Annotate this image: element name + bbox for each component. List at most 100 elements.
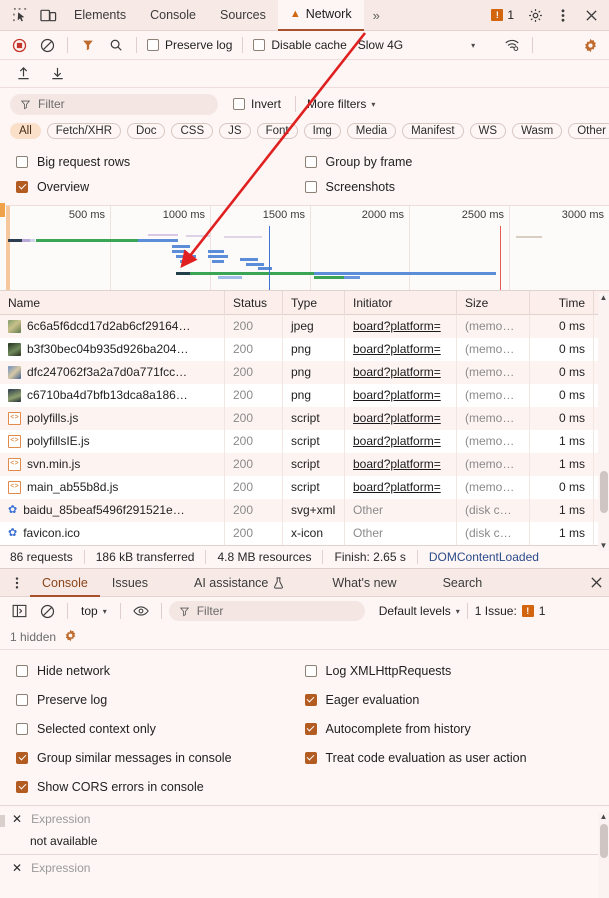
network-filter-input[interactable]: Filter <box>10 94 218 115</box>
cell-name[interactable]: <>polyfillsIE.js <box>0 430 225 453</box>
more-vertical-icon[interactable] <box>4 570 30 596</box>
screenshots-checkbox[interactable]: Screenshots <box>305 180 594 194</box>
type-chip-font[interactable]: Font <box>257 123 298 139</box>
type-chip-wasm[interactable]: Wasm <box>512 123 562 139</box>
issues-badge[interactable]: ! 1 <box>485 8 520 22</box>
clear-prohibited-icon[interactable] <box>34 32 60 58</box>
scroll-up-arrow-icon[interactable]: ▲ <box>598 293 609 302</box>
log-levels-dropdown[interactable]: Default levels ▾ <box>379 604 460 618</box>
group-by-frame-checkbox[interactable]: Group by frame <box>305 155 594 169</box>
table-row[interactable]: <>polyfillsIE.js200scriptboard?platform=… <box>0 430 609 453</box>
upload-har-icon[interactable] <box>10 61 36 87</box>
more-tabs-button[interactable]: » <box>364 8 389 23</box>
cell-name[interactable]: <>main_ab55b8d.js <box>0 476 225 499</box>
cell-name[interactable]: <>polyfills.js <box>0 407 225 430</box>
cell-initiator[interactable]: board?platform= <box>345 476 457 499</box>
drawer-tab-whats-new[interactable]: What's new <box>320 569 408 597</box>
table-row[interactable]: <>polyfills.js200scriptboard?platform=(m… <box>0 407 609 430</box>
drawer-tab-ai-assistance[interactable]: AI assistance <box>182 569 296 597</box>
big-request-rows-checkbox[interactable]: Big request rows <box>16 155 305 169</box>
cell-initiator[interactable]: board?platform= <box>345 338 457 361</box>
column-header-status[interactable]: Status <box>225 291 283 315</box>
table-row[interactable]: dfc247062f3a2a7d0a771fcc…200pngboard?pla… <box>0 361 609 384</box>
wifi-settings-icon[interactable] <box>499 32 525 58</box>
network-table-scrollbar[interactable]: ▲ ▼ <box>598 293 609 551</box>
initiator-link[interactable]: board?platform= <box>353 319 441 333</box>
download-har-icon[interactable] <box>44 61 70 87</box>
initiator-link[interactable]: board?platform= <box>353 388 441 402</box>
setting-selected-context-only[interactable]: Selected context only <box>16 722 305 736</box>
setting-show-cors-errors-in-console[interactable]: Show CORS errors in console <box>16 780 305 794</box>
setting-autocomplete-from-history[interactable]: Autocomplete from history <box>305 722 594 736</box>
funnel-icon[interactable] <box>75 32 101 58</box>
column-header-size[interactable]: Size <box>457 291 530 315</box>
more-filters-dropdown[interactable]: More filters ▾ <box>307 97 375 111</box>
type-chip-media[interactable]: Media <box>347 123 396 139</box>
initiator-link[interactable]: board?platform= <box>353 365 441 379</box>
console-issues-link[interactable]: 1 Issue: ! 1 <box>475 604 546 618</box>
cell-name[interactable]: dfc247062f3a2a7d0a771fcc… <box>0 361 225 384</box>
type-chip-ws[interactable]: WS <box>470 123 507 139</box>
table-row[interactable]: ✿baidu_85beaf5496f291521e…200svg+xmlOthe… <box>0 499 609 522</box>
type-chip-doc[interactable]: Doc <box>127 123 165 139</box>
console-scrollbar[interactable]: ▲ <box>598 812 609 898</box>
table-row[interactable]: 6c6a5f6dcd17d2ab6cf29164…200jpegboard?pl… <box>0 315 609 338</box>
table-row[interactable]: <>svn.min.js200scriptboard?platform=(mem… <box>0 453 609 476</box>
execution-context-select[interactable]: top ▾ <box>75 604 113 618</box>
throttling-caret-icon[interactable]: ▾ <box>471 41 475 50</box>
table-row[interactable]: c6710ba4d7bfb13dca8a186…200pngboard?plat… <box>0 384 609 407</box>
close-icon[interactable] <box>578 2 604 28</box>
close-icon[interactable] <box>583 570 609 596</box>
table-row[interactable]: ✿favicon.ico200x-iconOther(disk c…1 ms <box>0 522 609 545</box>
cell-initiator[interactable]: board?platform= <box>345 384 457 407</box>
type-chip-manifest[interactable]: Manifest <box>402 123 463 139</box>
type-chip-img[interactable]: Img <box>304 123 341 139</box>
cell-initiator[interactable]: board?platform= <box>345 315 457 338</box>
cell-name[interactable]: ✿favicon.ico <box>0 522 225 545</box>
close-icon[interactable]: ✕ <box>12 812 22 826</box>
cell-initiator[interactable]: Other <box>345 522 457 545</box>
cell-initiator[interactable]: board?platform= <box>345 430 457 453</box>
table-row[interactable]: b3f30bec04b935d926ba204…200pngboard?plat… <box>0 338 609 361</box>
tab-console[interactable]: Console <box>138 0 208 31</box>
cell-name[interactable]: b3f30bec04b935d926ba204… <box>0 338 225 361</box>
cell-name[interactable]: c6710ba4d7bfb13dca8a186… <box>0 384 225 407</box>
live-expression-2-placeholder[interactable]: Expression <box>31 861 90 875</box>
type-chip-all[interactable]: All <box>10 123 41 139</box>
setting-treat-code-evaluation-as-user-action[interactable]: Treat code evaluation as user action <box>305 751 594 765</box>
gear-orange-icon[interactable] <box>577 32 603 58</box>
initiator-link[interactable]: board?platform= <box>353 480 441 494</box>
initiator-link[interactable]: board?platform= <box>353 342 441 356</box>
preserve-log-checkbox[interactable]: Preserve log <box>144 38 235 52</box>
column-header-name[interactable]: Name <box>0 291 225 315</box>
cell-initiator[interactable]: board?platform= <box>345 407 457 430</box>
setting-preserve-log[interactable]: Preserve log <box>16 693 305 707</box>
tab-network[interactable]: ▲ Network <box>278 0 364 31</box>
clear-console-icon[interactable] <box>34 598 60 624</box>
search-icon[interactable] <box>103 32 129 58</box>
drawer-tab-issues[interactable]: Issues <box>100 569 160 597</box>
device-toolbar-icon[interactable] <box>34 2 62 28</box>
setting-group-similar-messages-in-console[interactable]: Group similar messages in console <box>16 751 305 765</box>
initiator-link[interactable]: board?platform= <box>353 411 441 425</box>
drawer-tab-console[interactable]: Console <box>30 569 100 597</box>
network-overview-timeline[interactable]: 500 ms1000 ms1500 ms2000 ms2500 ms3000 m… <box>0 206 609 291</box>
cell-initiator[interactable]: board?platform= <box>345 453 457 476</box>
initiator-link[interactable]: board?platform= <box>353 434 441 448</box>
type-chip-css[interactable]: CSS <box>171 123 213 139</box>
cell-name[interactable]: <>svn.min.js <box>0 453 225 476</box>
disable-cache-checkbox[interactable]: Disable cache <box>250 38 349 52</box>
column-header-type[interactable]: Type <box>283 291 345 315</box>
cell-initiator[interactable]: board?platform= <box>345 361 457 384</box>
column-header-initiator[interactable]: Initiator <box>345 291 457 315</box>
table-row[interactable]: <>main_ab55b8d.js200scriptboard?platform… <box>0 476 609 499</box>
record-stop-icon[interactable] <box>6 32 32 58</box>
scrollbar-thumb[interactable] <box>600 824 608 858</box>
overview-checkbox[interactable]: Overview <box>16 180 305 194</box>
drawer-tab-search[interactable]: Search <box>431 569 495 597</box>
cell-name[interactable]: 6c6a5f6dcd17d2ab6cf29164… <box>0 315 225 338</box>
live-expression-eye-icon[interactable] <box>128 598 154 624</box>
type-chip-other[interactable]: Other <box>568 123 609 139</box>
console-filter-input[interactable]: Filter <box>169 601 365 621</box>
setting-hide-network[interactable]: Hide network <box>16 664 305 678</box>
